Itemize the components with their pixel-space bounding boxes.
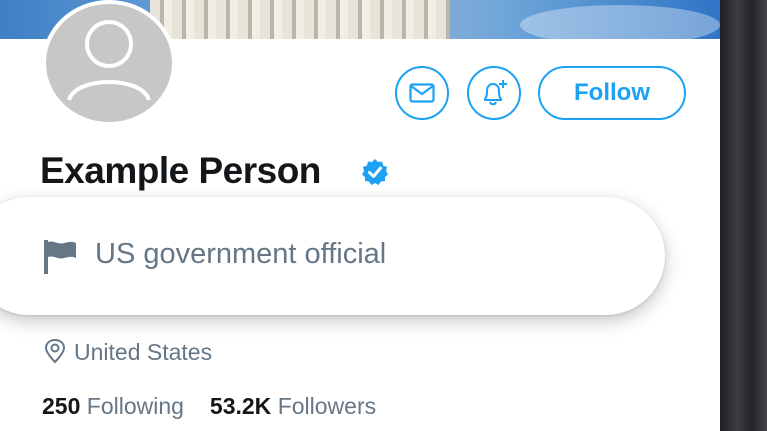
default-avatar-icon xyxy=(67,20,151,101)
flag-icon xyxy=(44,240,76,274)
envelope-icon xyxy=(409,83,435,103)
followers-label: Followers xyxy=(277,393,377,419)
device-frame-edge xyxy=(718,0,767,431)
avatar[interactable] xyxy=(42,0,176,126)
following-label: Following xyxy=(86,393,184,419)
profile-location: United States xyxy=(74,339,213,365)
following-stat[interactable]: 250 Following xyxy=(42,393,184,419)
followers-stat[interactable]: 53.2K Followers xyxy=(210,393,376,419)
follow-stats: 250 Following 53.2K Followers xyxy=(42,393,376,420)
banner-dome-image xyxy=(150,0,450,39)
profile-screen: Follow Example Person US government offi… xyxy=(0,0,720,431)
followers-count: 53.2K xyxy=(209,393,272,419)
bell-plus-icon xyxy=(484,80,507,106)
verified-badge-icon xyxy=(362,159,388,185)
banner-cloud xyxy=(520,5,720,39)
notifications-button[interactable] xyxy=(467,66,521,120)
follow-button[interactable]: Follow xyxy=(538,66,686,120)
government-label-text: US government official xyxy=(95,238,387,270)
following-count: 250 xyxy=(42,393,81,419)
message-button[interactable] xyxy=(395,66,449,120)
location-pin-icon xyxy=(44,338,66,364)
profile-name: Example Person xyxy=(40,150,321,191)
